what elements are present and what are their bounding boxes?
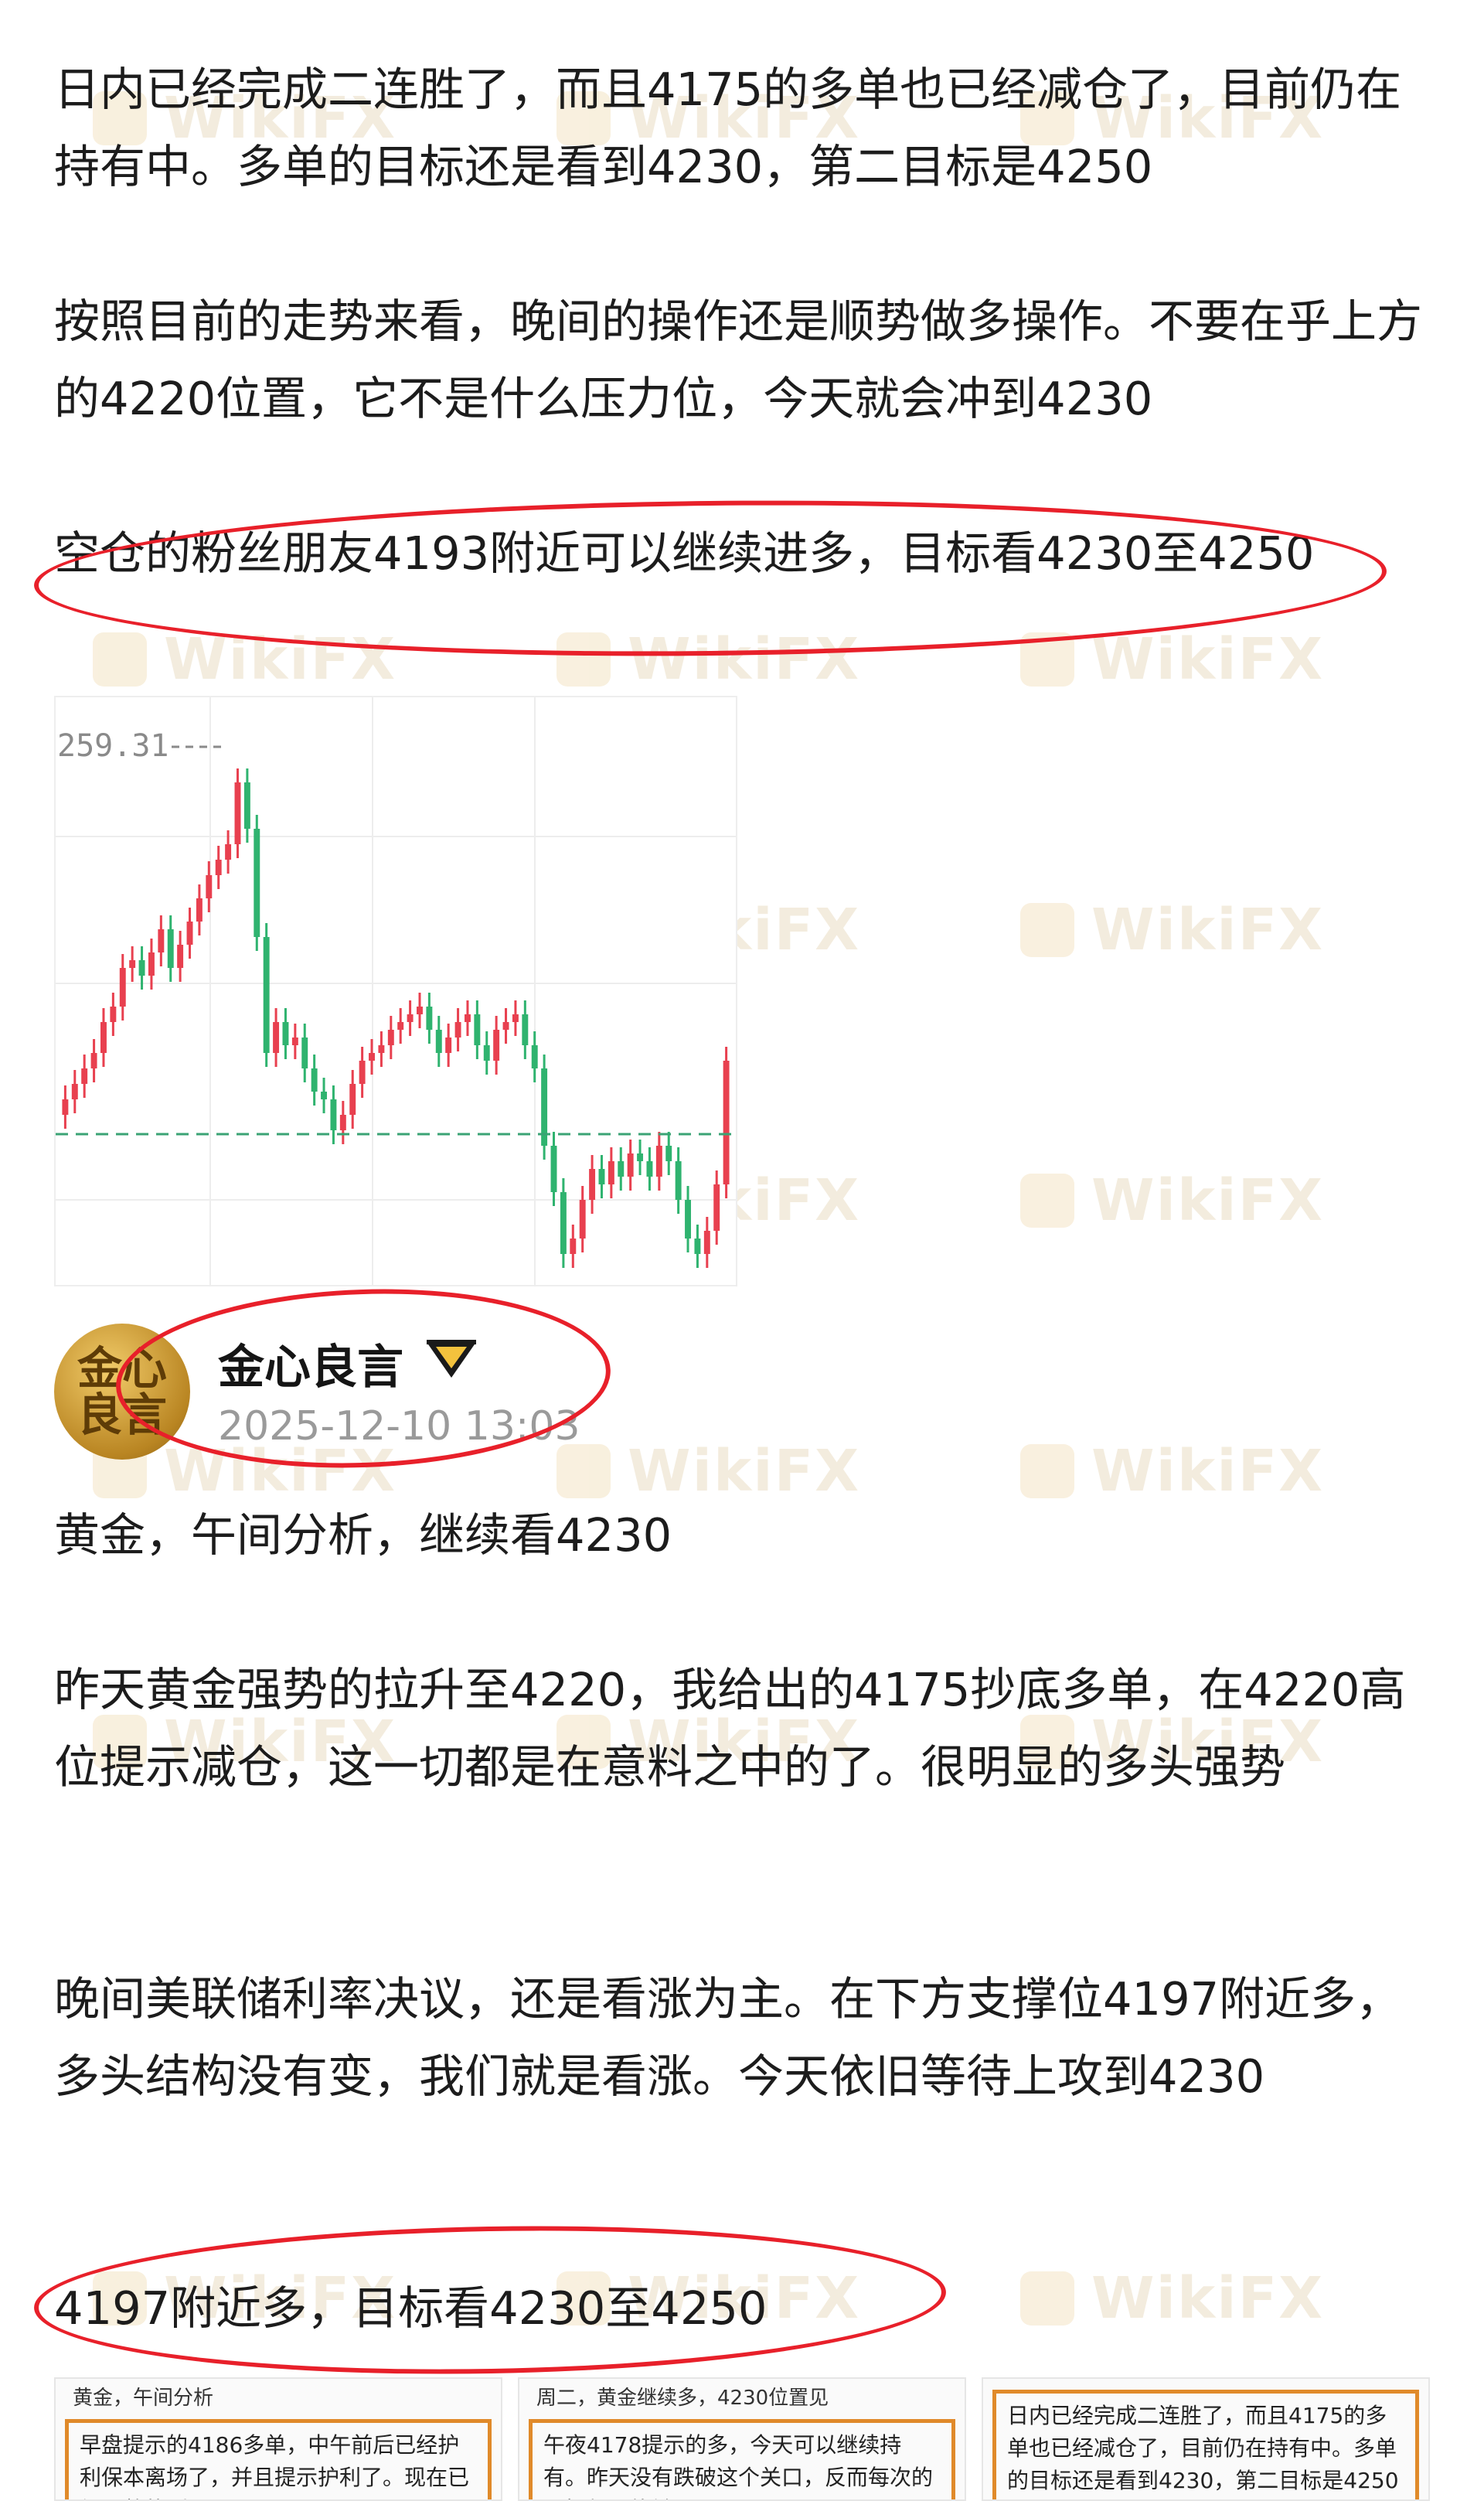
- candle-body: [454, 1022, 461, 1038]
- candle-body: [560, 1192, 567, 1254]
- candle-body: [531, 1045, 538, 1068]
- candle-body: [665, 1146, 672, 1161]
- candle-body: [646, 1161, 653, 1177]
- wikifx-logo-icon: [556, 1444, 611, 1498]
- candle-body: [550, 1146, 557, 1192]
- candle-body: [589, 1169, 596, 1200]
- candle-body: [71, 1084, 78, 1099]
- candle-body: [685, 1200, 691, 1239]
- price-label: 259.31: [57, 728, 169, 764]
- card-body: 日内已经完成二连胜了，而且4175的多单也已经减仓了，目前仍在持有中。多单的目标…: [992, 2390, 1419, 2499]
- candle-body: [291, 1038, 298, 1045]
- wikifx-logo-icon: [1020, 903, 1074, 957]
- candle-body: [177, 945, 184, 968]
- candle-body: [234, 782, 241, 844]
- wikifx-watermark: WikiFX: [1020, 897, 1324, 963]
- candle-body: [254, 829, 260, 937]
- candle-body: [493, 1030, 500, 1061]
- candle-body: [637, 1153, 644, 1161]
- wikifx-watermark: WikiFX: [1020, 1167, 1324, 1234]
- candle-body: [186, 922, 193, 945]
- card-body: 午夜4178提示的多，今天可以继续持有。昨天没有跌破这个关口，反而每次的下探都是…: [529, 2419, 955, 2499]
- candle-body: [129, 960, 136, 968]
- candle-body: [627, 1153, 634, 1177]
- wikifx-logo-icon: [1020, 1444, 1074, 1498]
- red-annotation-circle: [32, 2218, 948, 2382]
- candle-body: [579, 1200, 586, 1239]
- candle-body: [464, 1014, 471, 1022]
- candle-body: [407, 1014, 414, 1022]
- candle-body: [655, 1146, 662, 1177]
- candle-body: [694, 1239, 701, 1254]
- candle-body: [110, 1007, 117, 1022]
- card-title: 黄金，午间分析: [73, 2387, 214, 2410]
- candle-body: [100, 1022, 107, 1053]
- candle-body: [167, 929, 174, 968]
- candle-body: [330, 1099, 337, 1130]
- candle-body: [369, 1053, 375, 1061]
- candle-body: [359, 1061, 366, 1084]
- paragraph-text: 晚间美联储利率决议，还是看涨为主。在下方支撑位4197附近多，多头结构没有变，我…: [54, 1972, 1402, 2103]
- candle-body: [196, 898, 203, 922]
- candle-body: [81, 1068, 88, 1084]
- related-post-card[interactable]: 黄金，午间分析 早盘提示的4186多单，中午前后已经护利保本离场了，并且提示护利…: [54, 2377, 502, 2501]
- candle-body: [158, 929, 165, 952]
- candle-body: [349, 1084, 356, 1115]
- post-title: 黄金，午间分析，继续看4230: [54, 1508, 672, 1562]
- candlestick-chart: 259.31: [56, 697, 736, 1285]
- candle-body: [378, 1045, 385, 1053]
- related-post-card[interactable]: 日内已经完成二连胜了，而且4175的多单也已经减仓了，目前仍在持有中。多单的目标…: [982, 2377, 1430, 2501]
- card-title: 周二，黄金继续多，4230位置见: [536, 2387, 829, 2410]
- candle-body: [282, 1022, 289, 1045]
- candle-body: [301, 1038, 308, 1068]
- candle-body: [723, 1061, 730, 1184]
- candle-body: [339, 1115, 346, 1130]
- candle-body: [263, 937, 270, 1053]
- candle-body: [321, 1092, 328, 1099]
- candle-body: [502, 1022, 509, 1030]
- candle-body: [703, 1231, 710, 1254]
- candle-body: [148, 952, 155, 976]
- candle-body: [570, 1239, 577, 1254]
- candle-body: [311, 1068, 318, 1092]
- candle-body: [713, 1184, 720, 1231]
- candle-body: [243, 782, 250, 829]
- candle-body: [618, 1161, 625, 1177]
- card-body: 早盘提示的4186多单，中午前后已经护利保本离场了，并且提示护利了。现在已经调整…: [65, 2419, 492, 2499]
- wikifx-logo-icon: [1020, 1174, 1074, 1228]
- candle-body: [138, 960, 145, 976]
- paragraph-text: 日内已经完成二连胜了，而且4175的多单也已经减仓了，目前仍在持有中。多单的目标…: [54, 63, 1402, 193]
- candle-body: [215, 860, 222, 875]
- candle-body: [445, 1038, 452, 1053]
- candle-body: [598, 1169, 605, 1184]
- candle-body: [522, 1014, 529, 1045]
- related-post-card[interactable]: 周二，黄金继续多，4230位置见 午夜4178提示的多，今天可以继续持有。昨天没…: [518, 2377, 966, 2501]
- candle-body: [474, 1014, 481, 1045]
- candle-body: [483, 1045, 490, 1061]
- paragraph-text: 按照目前的走势来看，晚间的操作还是顺势做多操作。不要在乎上方的4220位置，它不…: [54, 295, 1423, 425]
- wikifx-logo-icon: [93, 632, 147, 687]
- candle-body: [273, 1022, 280, 1053]
- candle-body: [119, 968, 126, 1007]
- candle-body: [225, 844, 232, 860]
- wikifx-watermark: WikiFX: [556, 1438, 860, 1504]
- candle-body: [675, 1161, 682, 1200]
- candle-body: [417, 1007, 423, 1014]
- candle-body: [608, 1161, 614, 1184]
- candle-body: [435, 1030, 442, 1053]
- candle-body: [512, 1014, 519, 1022]
- wikifx-watermark: WikiFX: [1020, 1438, 1324, 1504]
- candle-body: [62, 1099, 69, 1115]
- candle-body: [387, 1030, 394, 1045]
- candle-body: [90, 1053, 97, 1068]
- candlestick-chart-image[interactable]: 259.31: [54, 696, 737, 1286]
- candle-body: [426, 1007, 433, 1030]
- candle-body: [206, 875, 213, 898]
- paragraph-text: 昨天黄金强势的拉升至4220，我给出的4175抄底多单，在4220高位提示减仓，…: [54, 1663, 1406, 1794]
- candle-body: [397, 1022, 404, 1030]
